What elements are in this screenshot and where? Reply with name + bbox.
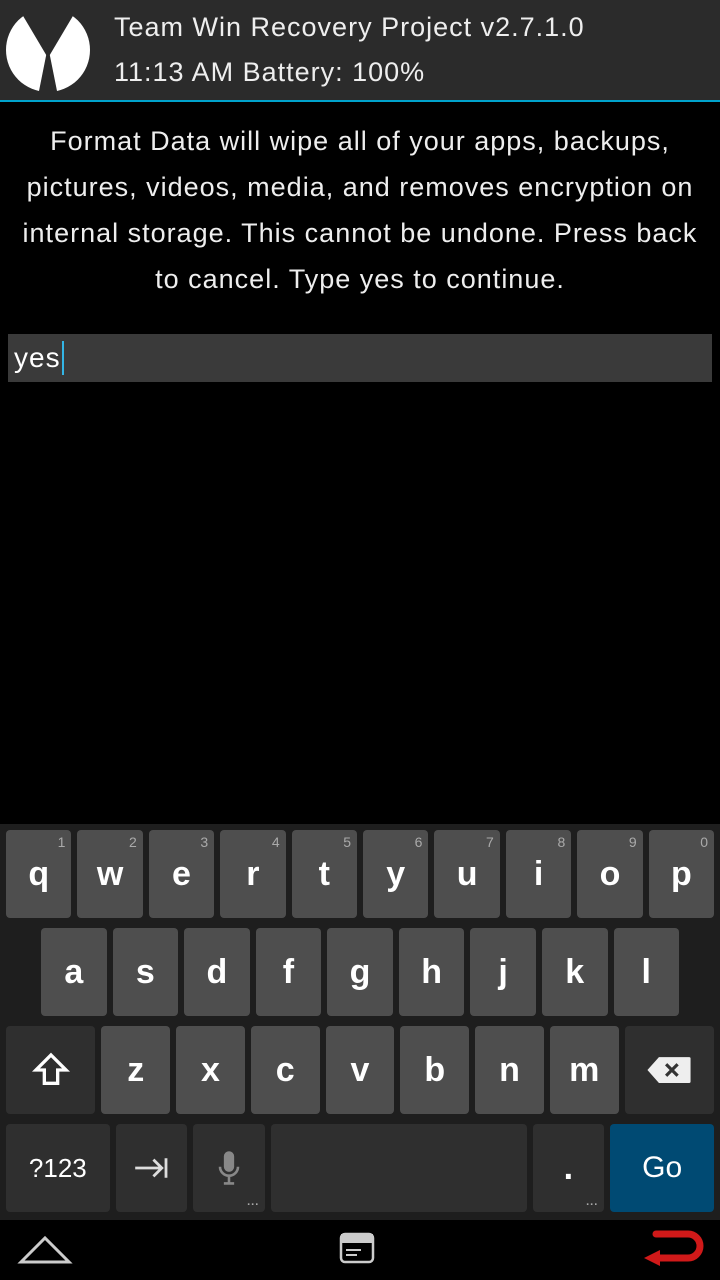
twrp-logo-icon <box>6 8 90 92</box>
key-label: i <box>534 855 543 894</box>
key-alt-num: 7 <box>486 834 494 850</box>
key-label: q <box>28 855 49 894</box>
key-label: m <box>569 1051 599 1090</box>
key-q[interactable]: q1 <box>6 830 71 918</box>
key-label: s <box>136 953 155 992</box>
key-shift[interactable] <box>6 1026 95 1114</box>
key-p[interactable]: p0 <box>649 830 714 918</box>
key-z[interactable]: z <box>101 1026 170 1114</box>
key-label: u <box>457 855 478 894</box>
key-m[interactable]: m <box>550 1026 619 1114</box>
key-tab[interactable] <box>116 1124 188 1212</box>
keyboard-row-1: q1w2e3r4t5y6u7i8o9p0 <box>3 830 717 918</box>
key-voice[interactable]: ... <box>193 1124 265 1212</box>
key-alt-num: 1 <box>58 834 66 850</box>
key-h[interactable]: h <box>399 928 465 1016</box>
keyboard-row-3: zxcvbnm <box>3 1026 717 1114</box>
key-label: r <box>246 855 259 894</box>
key-c[interactable]: c <box>251 1026 320 1114</box>
nav-bar <box>0 1220 720 1280</box>
key-go[interactable]: Go <box>610 1124 714 1212</box>
key-space[interactable] <box>271 1124 526 1212</box>
text-cursor <box>62 341 64 375</box>
key-label: e <box>172 855 191 894</box>
key-go-label: Go <box>642 1151 682 1185</box>
confirm-input-value: yes <box>14 342 61 374</box>
key-label: j <box>498 953 507 992</box>
key-l[interactable]: l <box>614 928 680 1016</box>
key-y[interactable]: y6 <box>363 830 428 918</box>
header-text: Team Win Recovery Project v2.7.1.0 11:13… <box>114 12 585 88</box>
key-n[interactable]: n <box>475 1026 544 1114</box>
key-alt-num: 2 <box>129 834 137 850</box>
key-label: p <box>671 855 692 894</box>
key-alt-num: 5 <box>343 834 351 850</box>
key-label: c <box>276 1051 295 1090</box>
key-label: x <box>201 1051 220 1090</box>
key-b[interactable]: b <box>400 1026 469 1114</box>
key-u[interactable]: u7 <box>434 830 499 918</box>
key-label: h <box>421 953 442 992</box>
key-period[interactable]: . ... <box>533 1124 605 1212</box>
nav-log-button[interactable] <box>335 1228 379 1273</box>
key-i[interactable]: i8 <box>506 830 571 918</box>
key-label: v <box>351 1051 370 1090</box>
key-alt-num: 8 <box>557 834 565 850</box>
key-label: a <box>64 953 83 992</box>
key-period-dots: ... <box>586 1196 598 1208</box>
key-x[interactable]: x <box>176 1026 245 1114</box>
key-label: g <box>350 953 371 992</box>
nav-back-button[interactable] <box>638 1228 706 1273</box>
key-label: n <box>499 1051 520 1090</box>
key-v[interactable]: v <box>326 1026 395 1114</box>
key-backspace[interactable] <box>625 1026 714 1114</box>
key-label: d <box>207 953 228 992</box>
key-label: o <box>600 855 621 894</box>
key-label: b <box>424 1051 445 1090</box>
key-e[interactable]: e3 <box>149 830 214 918</box>
keyboard-row-4: ?123 ... . ... Go <box>3 1124 717 1212</box>
key-d[interactable]: d <box>184 928 250 1016</box>
key-label: y <box>386 855 405 894</box>
key-g[interactable]: g <box>327 928 393 1016</box>
onscreen-keyboard: q1w2e3r4t5y6u7i8o9p0 asdfghjkl zxcvbnm ?… <box>0 824 720 1220</box>
keyboard-row-2: asdfghjkl <box>3 928 717 1016</box>
key-period-label: . <box>564 1149 573 1188</box>
key-label: l <box>642 953 651 992</box>
key-t[interactable]: t5 <box>292 830 357 918</box>
confirm-input-wrap: yes <box>8 334 712 382</box>
format-warning-text: Format Data will wipe all of your apps, … <box>0 102 720 322</box>
key-voice-dots: ... <box>247 1196 259 1208</box>
key-label: w <box>97 855 123 894</box>
key-k[interactable]: k <box>542 928 608 1016</box>
key-a[interactable]: a <box>41 928 107 1016</box>
key-j[interactable]: j <box>470 928 536 1016</box>
key-alt-num: 0 <box>700 834 708 850</box>
key-alt-num: 4 <box>272 834 280 850</box>
key-s[interactable]: s <box>113 928 179 1016</box>
nav-home-button[interactable] <box>14 1228 76 1273</box>
key-alt-num: 6 <box>415 834 423 850</box>
confirm-input[interactable]: yes <box>8 334 712 382</box>
key-alt-num: 3 <box>200 834 208 850</box>
key-alt-num: 9 <box>629 834 637 850</box>
app-title: Team Win Recovery Project v2.7.1.0 <box>114 12 585 43</box>
key-r[interactable]: r4 <box>220 830 285 918</box>
key-label: t <box>319 855 330 894</box>
key-label: z <box>127 1051 144 1090</box>
key-label: f <box>283 953 294 992</box>
key-symbols-label: ?123 <box>29 1153 87 1184</box>
key-o[interactable]: o9 <box>577 830 642 918</box>
header: Team Win Recovery Project v2.7.1.0 11:13… <box>0 0 720 102</box>
status-bar: 11:13 AM Battery: 100% <box>114 57 585 88</box>
key-label: k <box>565 953 584 992</box>
key-w[interactable]: w2 <box>77 830 142 918</box>
key-f[interactable]: f <box>256 928 322 1016</box>
key-symbols[interactable]: ?123 <box>6 1124 110 1212</box>
